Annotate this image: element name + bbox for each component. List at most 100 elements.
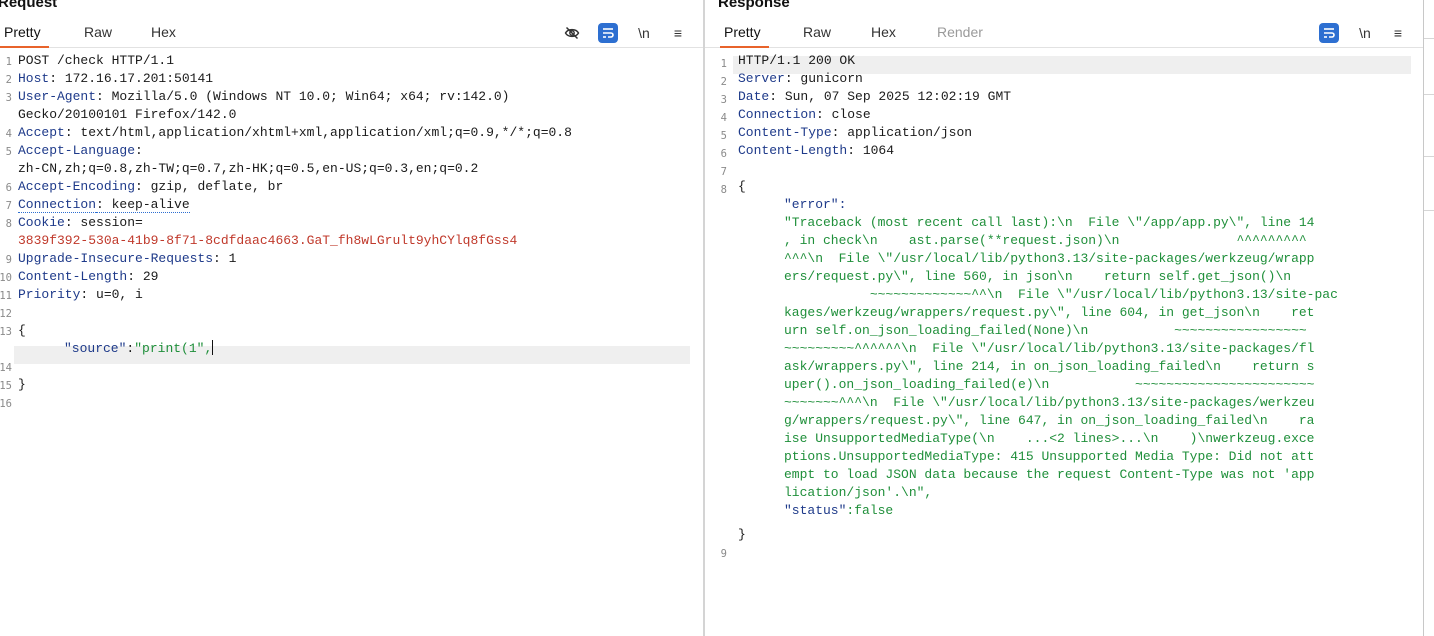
eye-off-icon[interactable]	[562, 23, 582, 43]
header-name: Server	[738, 71, 785, 86]
line-number: 3	[5, 92, 12, 104]
request-line: POST /check HTTP/1.1	[18, 53, 175, 68]
error-line: ~~~~~~~^^^\n File \"/usr/local/lib/pytho…	[784, 395, 1315, 410]
header-name: Date	[738, 89, 770, 104]
header-name: Connection	[738, 107, 817, 122]
line-number: 4	[720, 112, 727, 124]
error-line: , in check\n ast.parse(**request.json)\n…	[784, 233, 1307, 248]
header-value: : Mozilla/5.0 (Windows NT 10.0; Win64; x…	[96, 89, 510, 104]
header-value: : 172.16.17.201:50141	[49, 71, 214, 86]
json-key: "source"	[64, 341, 127, 356]
menu-icon[interactable]: ≡	[668, 23, 688, 43]
response-tabbar: Pretty Raw Hex Render \n ≡	[705, 18, 1423, 48]
error-line: kages/werkzeug/wrappers/request.py\", li…	[784, 305, 1315, 320]
header-value: : 1064	[847, 143, 895, 158]
header-name: Accept-Encoding	[18, 179, 136, 194]
strip-divider	[1424, 38, 1434, 39]
request-panel: Request Pretty Raw Hex \n ≡ 1 2 3 4 5 6 …	[0, 0, 703, 636]
request-line: Accept: text/html,application/xhtml+xml,…	[18, 124, 572, 142]
line-number: 10	[0, 272, 12, 284]
error-line: empt to load JSON data because the reque…	[784, 467, 1315, 482]
header-value: : gzip, deflate, br	[135, 179, 284, 194]
json-status-value: :false	[846, 503, 894, 518]
request-tab-raw[interactable]: Raw	[84, 24, 112, 40]
header-value: : u=0, i	[80, 287, 143, 302]
request-line: Cookie: session=	[18, 214, 143, 232]
text-cursor	[212, 340, 214, 355]
header-name: Priority	[18, 287, 81, 302]
response-line: Content-Type: application/json	[738, 124, 972, 142]
strip-divider	[1424, 210, 1434, 211]
error-line: ^^^\n File \"/usr/local/lib/python3.13/s…	[784, 251, 1315, 266]
request-title: Request	[0, 0, 58, 11]
json-key-error: "error":	[784, 197, 847, 212]
error-line: ~~~~~~~~~~~~~^^\n File \"/usr/local/lib/…	[784, 287, 1338, 302]
json-status-line: "status":false	[784, 502, 893, 520]
request-line: User-Agent: Mozilla/5.0 (Windows NT 10.0…	[18, 88, 509, 106]
line-number: 1	[720, 58, 727, 70]
request-line: Upgrade-Insecure-Requests: 1	[18, 250, 236, 268]
header-name: Cookie	[18, 215, 65, 230]
response-line: }	[738, 527, 746, 542]
error-line: ask/wrappers.py\", line 214, in on_json_…	[784, 359, 1315, 374]
line-number: 3	[720, 94, 727, 106]
response-line: Connection: close	[738, 106, 871, 124]
newline-icon[interactable]: \n	[1355, 23, 1375, 43]
error-line: ers/request.py\", line 560, in json\n re…	[784, 269, 1292, 284]
response-editor[interactable]: 1 2 3 4 5 6 7 8 9 HTTP/1.1 200 OK Server…	[705, 52, 1423, 636]
line-number: 2	[720, 76, 727, 88]
request-line: {	[18, 323, 26, 338]
response-tab-pretty[interactable]: Pretty	[720, 24, 769, 48]
request-line: Content-Length: 29	[18, 268, 158, 286]
response-line: {	[738, 179, 746, 194]
request-tab-hex[interactable]: Hex	[151, 24, 176, 40]
newline-icon[interactable]: \n	[634, 23, 654, 43]
response-line: Content-Length: 1064	[738, 142, 894, 160]
request-editor[interactable]: 1 2 3 4 5 6 7 8 9 10 11 12 13 14 15 16 P…	[0, 52, 703, 636]
request-tab-pretty[interactable]: Pretty	[0, 24, 49, 48]
header-value: : Sun, 07 Sep 2025 12:02:19 GMT	[769, 89, 1012, 104]
json-string: "print(1",	[134, 341, 213, 356]
header-name: Content-Length	[738, 143, 848, 158]
response-tab-hex[interactable]: Hex	[871, 24, 896, 40]
line-number: 15	[0, 380, 12, 392]
error-line: ~~~~~~~~~^^^^^^\n File \"/usr/local/lib/…	[784, 341, 1315, 356]
header-value: : session=	[64, 215, 143, 230]
request-line: Accept-Encoding: gzip, deflate, br	[18, 178, 283, 196]
wrap-lines-icon[interactable]	[598, 23, 618, 43]
cookie-value: 3839f392-530a-41b9-8f71-8cdfdaac4663.GaT…	[18, 233, 518, 248]
menu-icon[interactable]: ≡	[1388, 23, 1408, 43]
line-number: 2	[5, 74, 12, 86]
error-line: uper().on_json_loading_failed(e)\n ~~~~~…	[784, 377, 1315, 392]
header-name: Accept-Language	[18, 143, 136, 158]
line-number: 12	[0, 308, 12, 320]
request-gutter: 1 2 3 4 5 6 7 8 9 10 11 12 13 14 15 16	[0, 52, 14, 636]
response-line: Server: gunicorn	[738, 70, 863, 88]
request-line: }	[18, 377, 26, 392]
wrap-lines-icon[interactable]	[1319, 23, 1339, 43]
json-key-status: "status"	[784, 503, 847, 518]
line-number: 14	[0, 362, 12, 374]
response-tab-raw[interactable]: Raw	[803, 24, 831, 40]
line-number: 8	[5, 218, 12, 230]
line-number: 7	[720, 166, 727, 178]
header-value: : application/json	[831, 125, 973, 140]
header-value: : text/html,application/xhtml+xml,applic…	[64, 125, 572, 140]
error-line: g/wrappers/request.py\", line 647, in on…	[784, 413, 1315, 428]
line-number: 13	[0, 326, 12, 338]
response-status-line: HTTP/1.1 200 OK	[738, 53, 856, 68]
header-name: Host	[18, 71, 50, 86]
request-line-current: "source":"print(1",	[64, 340, 214, 358]
header-name: Accept	[18, 125, 65, 140]
header-name: Content-Type	[738, 125, 832, 140]
line-number: 7	[5, 200, 12, 212]
header-value: : 1	[213, 251, 237, 266]
strip-divider	[1424, 156, 1434, 157]
header-value: : close	[816, 107, 871, 122]
header-value: :	[135, 143, 143, 158]
response-tab-render[interactable]: Render	[937, 24, 983, 40]
error-line: lication/json'.\n",	[784, 485, 933, 500]
line-number: 5	[5, 146, 12, 158]
response-panel: Response Pretty Raw Hex Render \n ≡ 1 2 …	[705, 0, 1423, 636]
error-line: "Traceback (most recent call last):\n Fi…	[784, 215, 1315, 230]
